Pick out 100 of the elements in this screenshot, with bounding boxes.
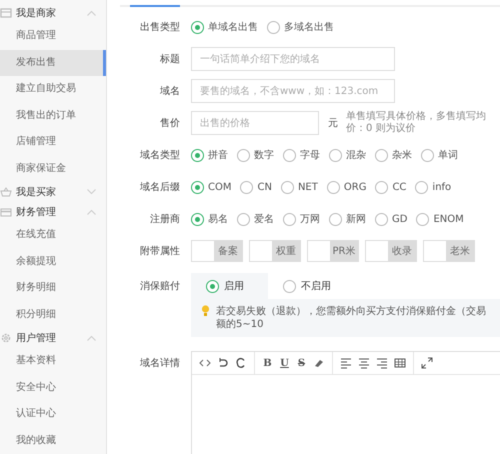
- radio-button[interactable]: [375, 180, 388, 194]
- store-icon: [0, 7, 12, 19]
- radio-label: 混杂: [346, 148, 366, 162]
- sidebar-group-header[interactable]: 我是商家: [0, 3, 106, 23]
- radio-button[interactable]: [240, 180, 254, 194]
- hint-text: 单售填写具体价格，多售填写均价：0 则为议价: [346, 111, 487, 135]
- sidebar-item[interactable]: 余额提现: [0, 248, 106, 275]
- radio-button[interactable]: [191, 148, 204, 162]
- sidebar-group-header[interactable]: 财务管理: [0, 202, 106, 222]
- sidebar-item[interactable]: 我售出的订单: [0, 102, 106, 129]
- sidebar-item[interactable]: 基本资料: [0, 348, 106, 374]
- radio-label: 多域名出售: [284, 20, 334, 34]
- sidebar-item[interactable]: 安全中心: [0, 374, 106, 401]
- option-tab[interactable]: 不启用: [268, 273, 355, 299]
- radio-button[interactable]: [326, 180, 340, 194]
- undo-icon[interactable]: [217, 357, 229, 369]
- sidebar-item[interactable]: 建立自助交易: [0, 76, 106, 102]
- radio-button[interactable]: [191, 212, 204, 226]
- radio-button[interactable]: [416, 212, 430, 226]
- sidebar-item[interactable]: 发布出售: [0, 50, 106, 76]
- fullscreen-icon[interactable]: [421, 357, 433, 369]
- radio-label: ENOM: [433, 212, 464, 226]
- radio-button[interactable]: [375, 148, 388, 162]
- table-icon[interactable]: [394, 357, 406, 369]
- redo-icon[interactable]: [235, 357, 247, 369]
- input-field[interactable]: 一句话简单介绍下您的域名: [191, 47, 395, 71]
- toggle-switch[interactable]: 收录: [365, 240, 417, 262]
- gear-icon: [0, 332, 12, 344]
- radio-button[interactable]: [191, 180, 204, 194]
- sidebar-group-header[interactable]: 我是买家: [0, 182, 106, 202]
- align-left-icon[interactable]: [340, 357, 352, 369]
- radio-label: 数字: [254, 148, 274, 162]
- bold-button[interactable]: B: [259, 354, 276, 372]
- toggle-switch[interactable]: 老米: [423, 240, 475, 262]
- toggle-switch[interactable]: 备案: [191, 240, 243, 262]
- sidebar-group-header[interactable]: 用户管理: [0, 328, 106, 348]
- radio-label: 拼音: [208, 148, 228, 162]
- radio-button[interactable]: [375, 212, 388, 226]
- radio-label: 万网: [300, 212, 320, 226]
- radio-button[interactable]: [421, 148, 434, 162]
- rich-text-editor[interactable]: B U S: [191, 351, 500, 454]
- basket-icon: [0, 186, 12, 198]
- toggle-switch[interactable]: PR米: [307, 240, 359, 262]
- sidebar-item[interactable]: 认证中心: [0, 401, 106, 428]
- strikethrough-button[interactable]: S: [293, 354, 310, 372]
- radio-label: CN: [257, 180, 272, 194]
- radio-button[interactable]: [415, 180, 428, 194]
- field-label: 附带属性: [139, 244, 180, 258]
- chevron-up-icon: [87, 209, 96, 215]
- field-label: 注册商: [149, 212, 180, 226]
- chevron-down-icon: [87, 189, 96, 195]
- field-label: 域名: [159, 84, 180, 98]
- field-label: 域名类型: [139, 148, 180, 162]
- radio-button[interactable]: [329, 212, 342, 226]
- toggle-switch[interactable]: 权重: [249, 240, 301, 262]
- option-tab[interactable]: 启用: [191, 273, 268, 299]
- radio-button[interactable]: [283, 212, 296, 226]
- align-center-icon[interactable]: [358, 357, 370, 369]
- eraser-icon[interactable]: [313, 357, 325, 369]
- field-label: 域名详情: [139, 356, 180, 371]
- sidebar-item[interactable]: 商家保证金: [0, 156, 106, 182]
- chevron-up-icon: [87, 335, 96, 341]
- field-label: 售价: [159, 116, 180, 130]
- card-icon: [0, 206, 12, 218]
- sidebar-item[interactable]: 积分明细: [0, 302, 106, 328]
- radio-label: 易名: [208, 212, 228, 226]
- underline-button[interactable]: U: [276, 354, 293, 372]
- sidebar-item[interactable]: 店铺管理: [0, 129, 106, 156]
- radio-label: GD: [392, 212, 408, 226]
- radio-button[interactable]: [283, 148, 296, 162]
- radio-label: COM: [208, 180, 232, 194]
- field-label: 域名后缀: [139, 180, 180, 194]
- sidebar-item[interactable]: 在线充值: [0, 222, 106, 248]
- input-field[interactable]: 出售的价格: [191, 111, 319, 135]
- active-tab-indicator: [130, 5, 180, 7]
- radio-button[interactable]: [329, 148, 342, 162]
- radio-label: ORG: [344, 180, 366, 194]
- field-label: 标题: [159, 52, 180, 66]
- sidebar-item[interactable]: 财务明细: [0, 275, 106, 302]
- radio-label: 爱名: [254, 212, 274, 226]
- radio-label: 杂米: [392, 148, 412, 162]
- radio-label: 新网: [346, 212, 366, 226]
- code-icon[interactable]: [199, 357, 211, 369]
- radio-button[interactable]: [237, 148, 250, 162]
- radio-label: 单域名出售: [208, 20, 258, 34]
- radio-button[interactable]: [237, 212, 250, 226]
- lightbulb-icon: [201, 305, 210, 317]
- radio-label: info: [432, 180, 452, 194]
- align-right-icon[interactable]: [376, 357, 388, 369]
- radio-label: CC: [392, 180, 406, 194]
- sidebar-item[interactable]: 我的收藏: [0, 428, 106, 454]
- field-label: 出售类型: [139, 20, 180, 34]
- radio-label: 字母: [300, 148, 320, 162]
- radio-button[interactable]: [191, 20, 204, 34]
- radio-label: 单词: [438, 148, 458, 162]
- radio-button[interactable]: [280, 180, 294, 194]
- input-field[interactable]: 要售的域名，不含www，如：123.com: [191, 79, 395, 103]
- sidebar-item[interactable]: 商品管理: [0, 23, 106, 50]
- radio-button[interactable]: [267, 20, 280, 34]
- unit-label: 元: [328, 116, 338, 130]
